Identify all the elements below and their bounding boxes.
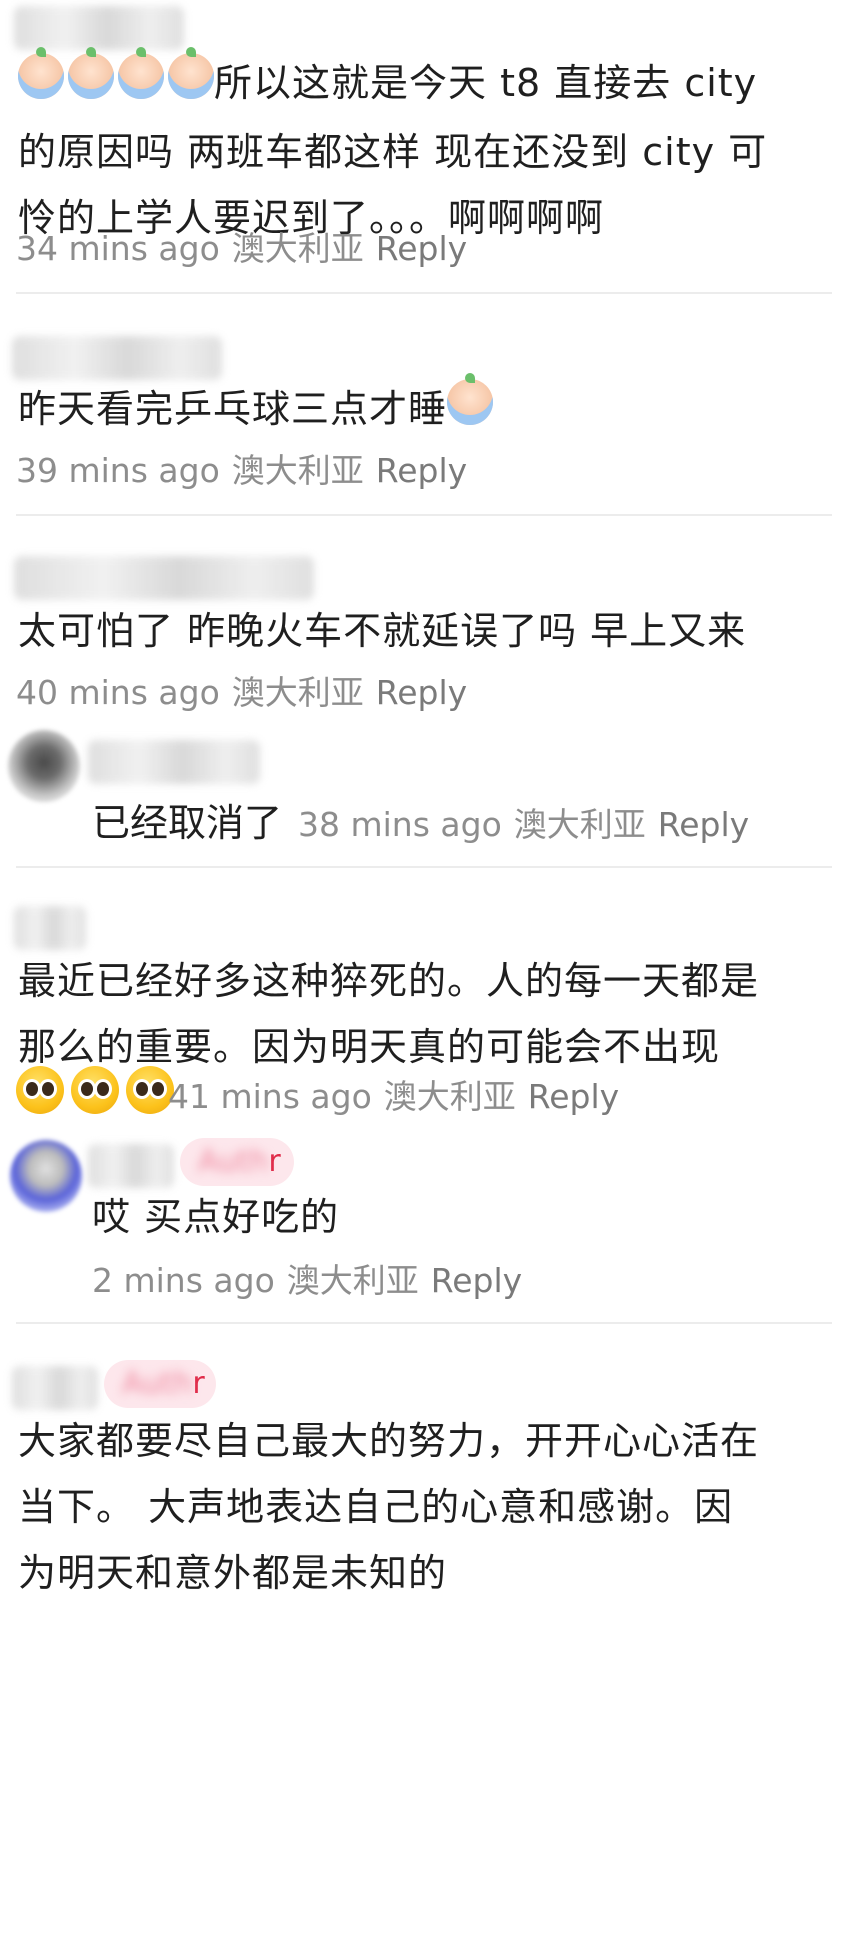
reply-button[interactable]: Reply	[376, 229, 467, 268]
timestamp: 2 mins ago	[92, 1261, 275, 1300]
divider	[16, 514, 832, 516]
location: 澳大利亚	[231, 229, 364, 268]
comment-text-line-2: 的原因吗 两班车都这样 现在还没到 city 可	[18, 129, 768, 174]
pleading-face-icon	[16, 1066, 64, 1114]
badge-suffix: r	[268, 1144, 281, 1179]
reply-button[interactable]: Reply	[658, 805, 749, 844]
username-blurred[interactable]	[14, 906, 86, 950]
avatar[interactable]	[10, 1140, 82, 1212]
author-badge: Authr	[104, 1360, 216, 1408]
comment-text: 太可怕了 昨晚火车不就延误了吗 早上又来	[18, 598, 830, 664]
location: 澳大利亚	[383, 1077, 516, 1116]
comment-text-line-1: 最近已经好多这种猝死的。人的每一天都是	[18, 959, 760, 1003]
comment-text-line-2: 当下。 大声地表达自己的心意和感谢。因	[18, 1485, 734, 1529]
sub-reply: 已经取消了 38 mins ago 澳大利亚 Reply	[92, 792, 761, 847]
crying-face-icon	[447, 372, 494, 445]
timestamp: 39 mins ago	[16, 451, 220, 490]
comment-text: 昨天看完乒乓球三点才睡	[18, 372, 830, 445]
location: 澳大利亚	[231, 673, 364, 712]
comment-text: 最近已经好多这种猝死的。人的每一天都是 那么的重要。因为明天真的可能会不出现	[18, 948, 830, 1080]
comment-text: 所以这就是今天 t8 直接去 city 的原因吗 两班车都这样 现在还没到 ci…	[18, 46, 830, 251]
timestamp: 34 mins ago	[16, 229, 220, 268]
badge-suffix: r	[192, 1366, 205, 1401]
comment-meta: 2 mins ago 澳大利亚 Reply	[92, 1254, 534, 1302]
location: 澳大利亚	[513, 805, 646, 844]
crying-face-icon	[18, 46, 64, 119]
location: 澳大利亚	[231, 451, 364, 490]
reply-button[interactable]: Reply	[528, 1077, 619, 1116]
comment-text-line-1: 所以这就是今天 t8 直接去 city	[214, 61, 758, 105]
reply-button[interactable]: Reply	[376, 673, 467, 712]
reply-button[interactable]: Reply	[431, 1261, 522, 1300]
comment-text-line-1: 太可怕了 昨晚火车不就延误了吗 早上又来	[18, 609, 747, 653]
comment-text-line-3: 为明天和意外都是未知的	[18, 1551, 448, 1595]
crying-face-icon	[64, 46, 114, 119]
badge-hidden-text: Auth	[122, 1366, 193, 1401]
divider	[16, 866, 832, 868]
timestamp: 38 mins ago	[298, 805, 502, 844]
username-blurred[interactable]	[88, 740, 260, 784]
pleading-face-icon	[69, 1066, 120, 1114]
comment-text-line-2: 那么的重要。因为明天真的可能会不出现	[18, 1025, 721, 1069]
sub-reply-text-line: 哎 买点好吃的	[92, 1195, 340, 1239]
reply-button[interactable]: Reply	[376, 451, 467, 490]
username-blurred[interactable]	[14, 556, 314, 600]
comment-meta: 41 mins ago 澳大利亚 Reply	[168, 1070, 631, 1118]
comment-meta: 34 mins ago 澳大利亚 Reply	[16, 222, 479, 270]
divider	[16, 292, 832, 294]
badge-hidden-text: Auth	[198, 1144, 269, 1179]
username-blurred[interactable]	[14, 6, 184, 50]
username-blurred[interactable]	[88, 1144, 174, 1188]
username-blurred[interactable]	[12, 1366, 98, 1410]
avatar[interactable]	[8, 730, 80, 802]
divider	[16, 1322, 832, 1324]
crying-face-icon	[164, 46, 214, 119]
comment-text-line-1: 昨天看完乒乓球三点才睡	[18, 387, 448, 431]
crying-face-icon	[114, 46, 164, 119]
sub-reply-text: 已经取消了	[92, 801, 283, 845]
username-blurred[interactable]	[12, 336, 222, 380]
sub-reply-text: 哎 买点好吃的	[92, 1184, 830, 1250]
comment-meta: 40 mins ago 澳大利亚 Reply	[16, 666, 479, 714]
comment-meta: 39 mins ago 澳大利亚 Reply	[16, 444, 479, 492]
timestamp: 40 mins ago	[16, 673, 220, 712]
comment-text-line-1: 大家都要尽自己最大的努力，开开心心活在	[18, 1419, 760, 1463]
pleading-face-icon	[124, 1066, 175, 1114]
emoji-row	[16, 1066, 175, 1114]
author-badge: Authr	[180, 1138, 294, 1186]
location: 澳大利亚	[286, 1261, 419, 1300]
timestamp: 41 mins ago	[168, 1077, 372, 1116]
comment-text: 大家都要尽自己最大的努力，开开心心活在 当下。 大声地表达自己的心意和感谢。因 …	[18, 1408, 830, 1606]
